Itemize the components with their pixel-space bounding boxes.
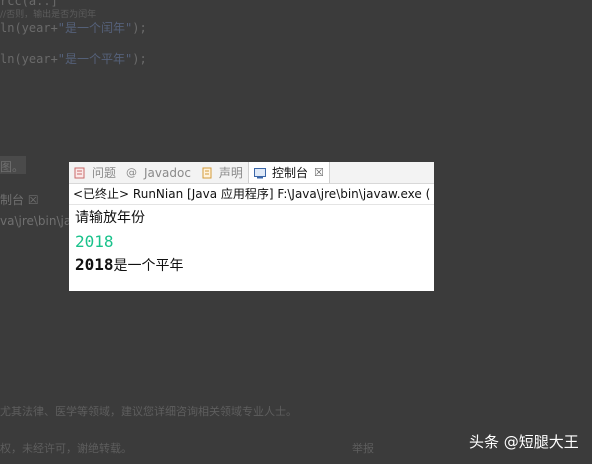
problems-icon [74,167,85,178]
tab-console-label: 控制台 [271,166,308,180]
result-message: 是一个平年 [113,258,184,274]
tab-javadoc-label: Javadoc [144,165,191,180]
close-icon[interactable]: ☒ [314,166,324,179]
tab-javadoc[interactable]: @ Javadoc [121,162,196,183]
console-output[interactable]: 请输放年份 2018 2018是一个平年 [69,205,434,276]
background-console-tab: 制台 ☒ [0,193,39,207]
footer-copyright: 权，未经许可，谢绝转载。 [0,442,132,455]
declaration-icon [202,167,212,178]
footer-report-link[interactable]: 举报 [352,440,374,456]
tab-declaration-label: 声明 [218,166,243,180]
console-status-line: <已终止> RunNian [Java 应用程序] F:\Java\jre\bi… [69,184,434,205]
result-year: 2018 [75,255,114,274]
tab-console[interactable]: 控制台 ☒ [247,162,330,183]
console-prompt-line: 请输放年份 [75,210,145,226]
tab-problems-label: 问题 [92,166,117,180]
view-tab-bar: 问题 @ Javadoc 声明 控制台 ☒ [69,162,434,184]
watermark: 头条 @短腿大王 [469,433,579,451]
console-input-line: 2018 [75,232,114,251]
console-result-line: 2018是一个平年 [75,253,434,276]
background-tab-fragment: 图。 [0,160,25,174]
console-view: 问题 @ Javadoc 声明 控制台 ☒ <已终止> RunNian [Jav… [69,162,434,291]
footer-disclaimer: 尤其法律、医学等领域，建议您详细咨询相关领域专业人士。 [0,405,297,418]
tab-declaration[interactable]: 声明 [196,162,248,183]
code-line-leap: ln(year+"是一个闰年"); [0,21,147,35]
javadoc-icon: @ [126,165,138,179]
tab-problems[interactable]: 问题 [69,162,121,183]
code-line-common: ln(year+"是一个平年"); [0,52,147,66]
console-icon [253,167,266,178]
background-path-fragment: va\jre\bin\ja [0,214,72,228]
